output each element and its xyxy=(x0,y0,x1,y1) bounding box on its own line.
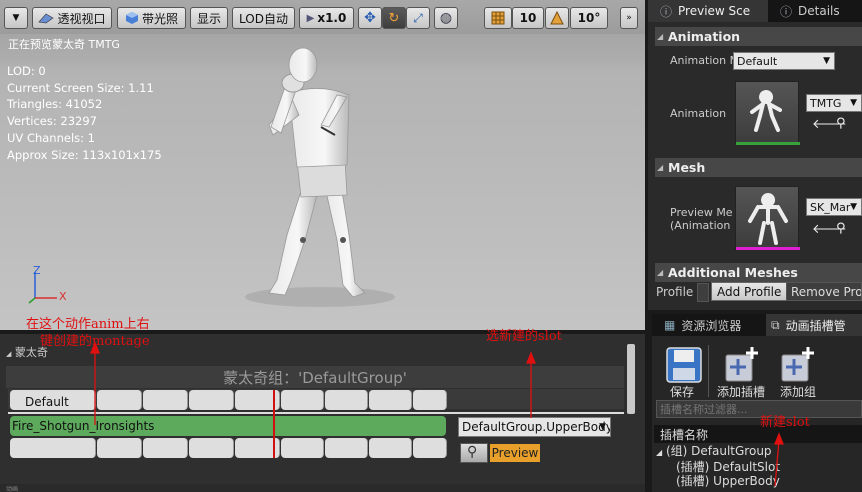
arrow-to-new-slot xyxy=(774,439,780,487)
annotation-arrows xyxy=(90,341,784,487)
